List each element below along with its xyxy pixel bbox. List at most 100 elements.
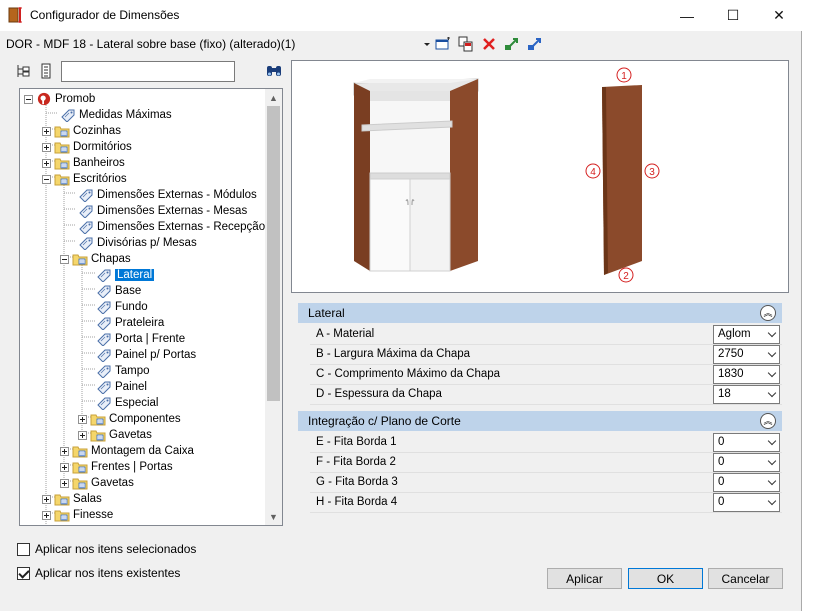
tree-item-label: Medidas Máximas	[79, 109, 172, 121]
tree-item[interactable]: Fundo	[96, 299, 148, 315]
tree-item-label: Montagem da Caixa	[91, 445, 194, 457]
group-header-integration[interactable]: Integração c/ Plano de Corte ︽	[298, 411, 782, 431]
scroll-thumb[interactable]	[267, 106, 280, 401]
tree-item[interactable]: Salas	[42, 491, 102, 507]
tree-item-label: Dimensões Externas - Recepção	[97, 221, 266, 233]
expand-icon[interactable]	[42, 510, 51, 520]
expand-icon[interactable]	[42, 494, 51, 504]
tree-item[interactable]: Base	[96, 283, 141, 299]
property-dropdown[interactable]: Aglom	[713, 325, 780, 344]
scroll-down-icon[interactable]: ▼	[265, 508, 282, 525]
expand-icon[interactable]	[60, 446, 69, 456]
property-dropdown[interactable]: 0	[713, 473, 780, 492]
property-dropdown[interactable]: 1830	[713, 365, 780, 384]
search-input[interactable]	[61, 61, 235, 82]
expand-icon[interactable]	[60, 478, 69, 488]
collapse-icon[interactable]: ︽	[760, 413, 776, 429]
delete-icon[interactable]	[480, 35, 498, 53]
tree-item-label: Fundo	[115, 301, 148, 313]
property-row: B - Largura Máxima da Chapa 2750	[310, 345, 782, 365]
tree-item[interactable]: Painel	[96, 379, 147, 395]
expand-icon[interactable]	[60, 462, 69, 472]
folder-icon	[72, 254, 88, 265]
scroll-up-icon[interactable]: ▲	[265, 89, 282, 106]
binoculars-icon[interactable]	[265, 62, 283, 80]
collapse-icon[interactable]	[24, 94, 33, 104]
tree-item[interactable]: Gavetas	[60, 475, 134, 491]
collapse-tree-icon[interactable]	[38, 63, 54, 79]
tree-item[interactable]: Lateral	[96, 267, 155, 283]
property-dropdown[interactable]: 2750	[713, 345, 780, 364]
apply-button[interactable]: Aplicar	[547, 568, 622, 589]
collapse-icon[interactable]	[42, 174, 51, 184]
expand-icon[interactable]	[42, 126, 51, 136]
group-header-lateral[interactable]: Lateral ︽	[298, 303, 782, 323]
tree-item[interactable]: Frentes | Portas	[60, 459, 173, 475]
apply-selected-checkbox[interactable]	[17, 542, 30, 556]
tree-item-label: Especial	[115, 397, 159, 409]
tree-content: Promob Medidas Máximas Cozinhas Dormitórios…	[20, 89, 266, 525]
tree-item[interactable]: Porta | Frente	[96, 331, 185, 347]
expand-icon[interactable]	[78, 414, 87, 424]
apply-existing-option[interactable]: Aplicar nos itens existentes	[17, 566, 180, 580]
tree-item[interactable]: Dimensões Externas - Mesas	[78, 203, 247, 219]
tree-item[interactable]: Tampo	[96, 363, 150, 379]
category-tree[interactable]: Promob Medidas Máximas Cozinhas Dormitórios…	[19, 88, 283, 526]
tree-item-label: Painel p/ Portas	[115, 349, 197, 361]
tree-item[interactable]: Chapas	[60, 251, 131, 267]
tree-item[interactable]: Especial	[96, 395, 158, 411]
property-dropdown[interactable]: 0	[713, 493, 780, 512]
tree-item[interactable]: Escritórios	[42, 171, 127, 187]
tree-item-label: Base	[115, 285, 142, 297]
expand-icon[interactable]	[78, 430, 87, 440]
tag-icon	[97, 397, 111, 410]
property-row: A - Material Aglom	[310, 325, 782, 345]
tree-scrollbar[interactable]: ▲ ▼	[265, 89, 282, 525]
maximize-button[interactable]: ☐	[710, 0, 756, 31]
property-label: F - Fita Borda 2	[316, 456, 396, 468]
tree-item-label: Divisórias p/ Mesas	[97, 237, 197, 249]
apply-existing-checkbox[interactable]	[17, 566, 30, 580]
folder-icon	[90, 414, 106, 425]
tree-item[interactable]: Dimensões Externas - Recepção	[78, 219, 265, 235]
property-dropdown[interactable]: 0	[713, 433, 780, 452]
collapse-icon[interactable]	[60, 254, 69, 264]
tree-item[interactable]: Dormitórios	[42, 139, 132, 155]
expand-icon[interactable]	[42, 158, 51, 168]
property-value: 0	[718, 456, 725, 468]
export-icon[interactable]	[503, 35, 521, 53]
apply-layout-icon[interactable]	[434, 35, 452, 53]
cancel-button[interactable]: Cancelar	[708, 568, 783, 589]
group-title: Lateral	[308, 306, 345, 320]
tree-item[interactable]: Montagem da Caixa	[60, 443, 194, 459]
expand-tree-icon[interactable]	[16, 63, 32, 79]
tree-item[interactable]: Divisórias p/ Mesas	[78, 235, 197, 251]
tree-item[interactable]: Finesse	[42, 507, 113, 523]
property-dropdown[interactable]: 18	[713, 385, 780, 404]
ok-button[interactable]: OK	[628, 568, 703, 589]
property-dropdown[interactable]: 0	[713, 453, 780, 472]
tree-item[interactable]: Prateleira	[96, 315, 164, 331]
import-icon[interactable]	[526, 35, 544, 53]
marker-3: 3	[649, 167, 655, 178]
tree-item[interactable]: Componentes	[78, 411, 181, 427]
apply-selected-option[interactable]: Aplicar nos itens selecionados	[17, 542, 196, 556]
tree-item[interactable]: Banheiros	[42, 155, 125, 171]
copy-icon[interactable]	[457, 35, 475, 53]
apply-selected-label: Aplicar nos itens selecionados	[35, 542, 197, 556]
document-title: DOR - MDF 18 - Lateral sobre base (fixo)…	[6, 37, 296, 51]
tree-item-label: Dimensões Externas - Módulos	[97, 189, 257, 201]
tree-item[interactable]: Cozinhas	[42, 123, 121, 139]
tree-item[interactable]: Medidas Máximas	[60, 107, 172, 123]
expand-icon[interactable]	[42, 142, 51, 152]
collapse-icon[interactable]: ︽	[760, 305, 776, 321]
tree-item-label: Cozinhas	[73, 125, 121, 137]
tree-item[interactable]: Gavetas	[78, 427, 152, 443]
minimize-button[interactable]: —	[664, 0, 710, 31]
chevron-down-icon	[767, 368, 777, 378]
tree-item[interactable]: Promob	[24, 91, 95, 107]
property-value: 0	[718, 496, 725, 508]
close-button[interactable]: ✕	[756, 0, 802, 31]
tree-item[interactable]: Dimensões Externas - Módulos	[78, 187, 257, 203]
tree-item[interactable]: Painel p/ Portas	[96, 347, 196, 363]
